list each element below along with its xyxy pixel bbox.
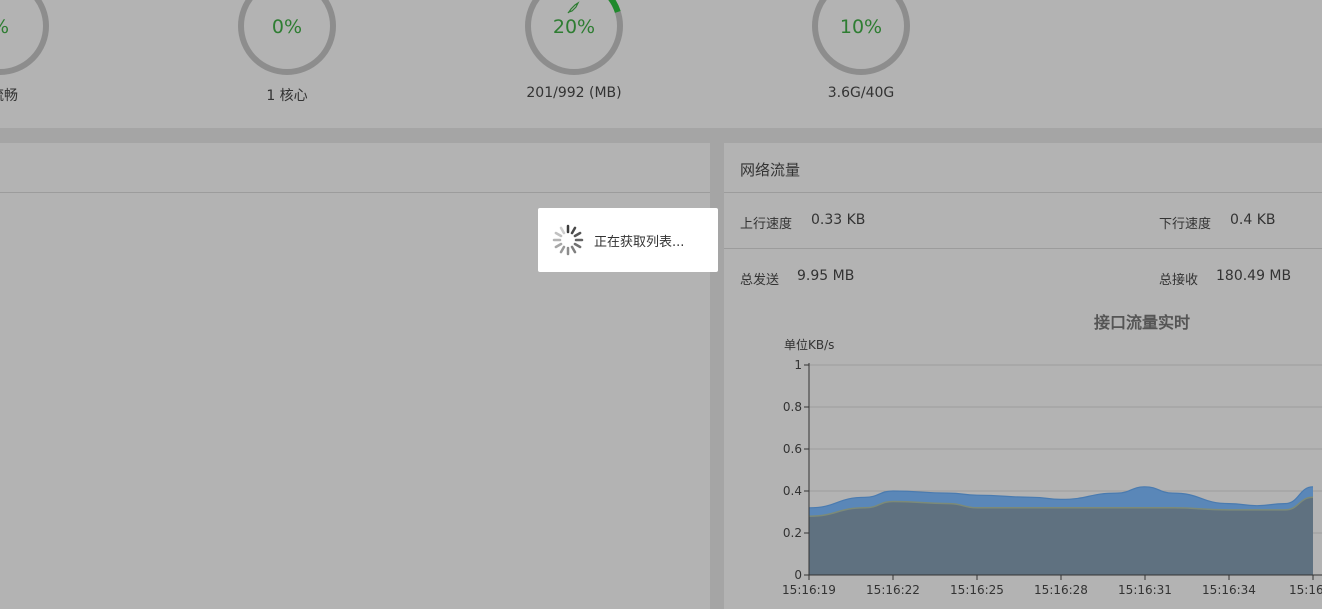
y-tick-label: 0.4 <box>783 484 802 498</box>
cpu-gauge[interactable]: 0% <box>237 0 337 76</box>
spinner-segment <box>554 231 563 238</box>
download-speed-value: 0.4 KB <box>1230 212 1276 228</box>
y-axis-label: 单位KB/s <box>784 337 834 352</box>
disk-caption: 3.6G/40G <box>827 85 895 101</box>
rocket-icon[interactable] <box>565 0 581 16</box>
load-gauge[interactable]: % <box>0 0 50 76</box>
network-stats-divider <box>724 248 1322 249</box>
cpu-gauge-ring <box>238 0 336 75</box>
download-speed-label: 下行速度 <box>1159 217 1212 232</box>
memory-caption: 201/992 (MB) <box>526 85 622 101</box>
spinner-segment <box>559 245 566 254</box>
load-percent: % <box>0 16 50 38</box>
disk-gauge[interactable]: 10% <box>811 0 911 76</box>
loading-dialog: 正在获取列表... <box>538 208 718 272</box>
cpu-percent: 0% <box>271 16 303 38</box>
load-caption: 流畅 <box>0 88 18 104</box>
memory-gauge[interactable]: 20% <box>524 0 624 76</box>
x-tick-label: 15:16:19 <box>782 583 836 597</box>
x-tick-label: 15:16:22 <box>866 583 920 597</box>
traffic-chart: 单位KB/s 0 0.2 0.4 0.6 0.8 1 15:16:19 15:16:22 15:1… <box>782 337 1322 597</box>
network-traffic-panel: 网络流量 上行速度 0.33 KB 下行速度 0.4 KB 总发送 9.95 M… <box>724 143 1322 609</box>
system-status-panel: % 流畅 0% 1 核心 20% 201/992 (MB) 10% 3.6G/4… <box>0 0 1322 128</box>
network-panel-title: 网络流量 <box>740 161 801 179</box>
loading-spinner-icon <box>552 224 584 256</box>
x-tick-label: 15:16:25 <box>950 583 1004 597</box>
spinner-segment <box>573 242 582 249</box>
x-tick-label: 15:16:31 <box>1118 583 1172 597</box>
spinner-segment <box>570 226 577 235</box>
section-separator <box>0 128 1322 143</box>
cpu-caption: 1 核心 <box>266 88 308 104</box>
memory-percent: 20% <box>552 16 596 38</box>
left-panel-divider <box>0 192 710 193</box>
load-gauge-ring <box>0 0 49 75</box>
spinner-segment <box>554 242 563 249</box>
y-tick-label: 0.6 <box>783 442 802 456</box>
spinner-segment <box>573 231 582 238</box>
upload-speed-value: 0.33 KB <box>811 212 866 228</box>
total-sent-value: 9.95 MB <box>797 268 855 284</box>
total-received-label: 总接收 <box>1159 273 1199 288</box>
disk-gauge-ring <box>812 0 910 75</box>
x-tick-label: 15:16:28 <box>1034 583 1088 597</box>
disk-percent: 10% <box>839 16 883 38</box>
y-tick-label: 1 <box>794 358 802 372</box>
spinner-segment <box>570 245 577 254</box>
x-tick-label: 15:16:3 <box>1289 583 1322 597</box>
total-received-value: 180.49 MB <box>1216 268 1292 284</box>
spinner-segment <box>559 226 566 235</box>
y-tick-label: 0 <box>794 568 802 582</box>
y-tick-label: 0.2 <box>783 526 802 540</box>
network-title-divider <box>724 192 1322 193</box>
x-tick-label: 15:16:34 <box>1202 583 1256 597</box>
y-tick-label: 0.8 <box>783 400 802 414</box>
loading-text: 正在获取列表... <box>594 235 685 250</box>
total-sent-label: 总发送 <box>740 273 780 288</box>
upload-speed-label: 上行速度 <box>740 217 793 232</box>
